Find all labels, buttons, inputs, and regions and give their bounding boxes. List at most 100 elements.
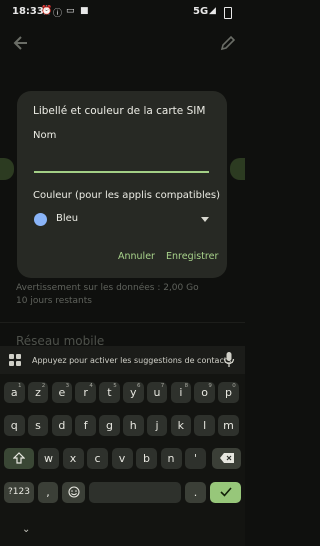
key-z[interactable]: z2 (27, 382, 49, 403)
keyboard: Appuyez pour activer les suggestions de … (0, 346, 245, 546)
key-label: n (167, 452, 175, 465)
key-label: g (105, 419, 113, 432)
key-f[interactable]: f (75, 415, 96, 436)
status-time: 18:33 (12, 6, 44, 17)
key-secondary-digit: 7 (160, 383, 165, 389)
key-a[interactable]: a1 (4, 382, 25, 403)
key-label: z (35, 386, 41, 399)
backspace-icon (219, 453, 234, 463)
key-secondary-digit: 2 (41, 383, 46, 389)
key-q[interactable]: q (4, 415, 25, 436)
color-selected-value: Bleu (56, 213, 79, 224)
backspace-key[interactable] (212, 448, 241, 469)
key-c[interactable]: c (87, 448, 108, 469)
battery-icon (224, 7, 232, 19)
dialog-title: Libellé et couleur de la carte SIM (33, 105, 206, 117)
key-j[interactable]: j (146, 415, 168, 436)
key-secondary-digit: 9 (208, 383, 212, 389)
days-left-text: 10 jours restants (16, 296, 92, 306)
key-s[interactable]: s (27, 415, 49, 436)
key-label: b (143, 452, 150, 465)
key-t[interactable]: t5 (99, 382, 120, 403)
key-d[interactable]: d (51, 415, 73, 436)
emoji-icon (67, 486, 80, 498)
key-label: ' (193, 452, 198, 465)
key-n[interactable]: n (160, 448, 182, 469)
key-label: q (10, 419, 18, 432)
key-h[interactable]: h (123, 415, 144, 436)
key-l[interactable]: l (194, 415, 215, 436)
alarm-icon: ⏰ (41, 6, 53, 16)
key-label: p (224, 386, 232, 399)
key-o[interactable]: o9 (194, 382, 215, 403)
key-label: k (177, 419, 185, 432)
background-sim-card-right (230, 158, 245, 180)
back-arrow-icon[interactable] (11, 33, 31, 53)
key-secondary-digit: 3 (65, 383, 70, 389)
edit-pencil-icon[interactable] (219, 34, 237, 52)
key-secondary-digit: 6 (137, 383, 141, 389)
shift-arrow-icon (12, 452, 26, 464)
notification-icon: ■ (80, 6, 89, 16)
key-label: v (118, 452, 126, 465)
key-m[interactable]: m (218, 415, 239, 436)
key-label: w (44, 452, 53, 465)
signal-icon: ◢ (209, 6, 216, 16)
key-label: d (58, 419, 66, 432)
comma-key[interactable]: , (38, 482, 58, 503)
contact-suggestions-prompt[interactable]: Appuyez pour activer les suggestions de … (32, 356, 234, 365)
key-label: s (35, 419, 41, 432)
shift-key[interactable] (4, 448, 34, 469)
key-y[interactable]: y6 (123, 382, 144, 403)
save-button[interactable]: Enregistrer (166, 251, 218, 262)
key-label: l (203, 419, 207, 432)
suggestion-strip: Appuyez pour activer les suggestions de … (0, 346, 245, 374)
key-k[interactable]: k (170, 415, 192, 436)
key-w[interactable]: w (38, 448, 59, 469)
cast-icon: ▭ (66, 6, 75, 16)
microphone-icon[interactable] (223, 352, 235, 367)
key-secondary-digit: 5 (113, 383, 117, 389)
key-apostrophe[interactable]: ' (185, 448, 206, 469)
key-label: e (58, 386, 66, 399)
section-divider (0, 322, 245, 323)
checkmark-icon (219, 487, 232, 497)
cancel-button[interactable]: Annuler (118, 251, 155, 262)
key-secondary-digit: 4 (89, 383, 93, 389)
key-x[interactable]: x (62, 448, 84, 469)
apps-grid-icon[interactable] (9, 354, 21, 366)
key-p[interactable]: p0 (218, 382, 239, 403)
key-label: h (129, 419, 137, 432)
color-field-label: Couleur (pour les applis compatibles) (33, 190, 221, 201)
key-label: u (153, 386, 161, 399)
key-v[interactable]: v (111, 448, 133, 469)
key-b[interactable]: b (136, 448, 157, 469)
emoji-key[interactable] (62, 482, 85, 503)
info-icon: ⓘ (53, 9, 63, 19)
key-i[interactable]: i8 (170, 382, 192, 403)
network-type: 5G (193, 6, 209, 17)
name-field-label: Nom (33, 130, 57, 141)
nav-collapse-icon[interactable]: ⌄ (22, 524, 30, 535)
enter-key[interactable] (210, 482, 241, 503)
data-warning-text: Avertissement sur les données : 2,00 Go (16, 283, 199, 293)
space-key[interactable] (89, 482, 181, 503)
key-g[interactable]: g (99, 415, 120, 436)
key-label: m (223, 419, 234, 432)
key-label: t (107, 386, 112, 399)
key-secondary-digit: 1 (18, 383, 22, 389)
period-key[interactable]: . (185, 482, 206, 503)
key-label: j (155, 419, 159, 432)
name-input[interactable] (34, 149, 209, 171)
dropdown-arrow-icon (201, 217, 209, 222)
status-bar: 18:33 ⏰ ⓘ ▭ ■ 5G ◢ (0, 0, 245, 24)
symbols-key[interactable]: ?123 (4, 482, 34, 503)
key-label: i (179, 386, 183, 399)
key-label: x (69, 452, 77, 465)
key-label: c (94, 452, 101, 465)
key-secondary-digit: 0 (232, 383, 236, 389)
key-u[interactable]: u7 (146, 382, 168, 403)
key-e[interactable]: e3 (51, 382, 73, 403)
key-r[interactable]: r4 (75, 382, 96, 403)
color-dropdown[interactable]: Bleu (29, 207, 215, 231)
